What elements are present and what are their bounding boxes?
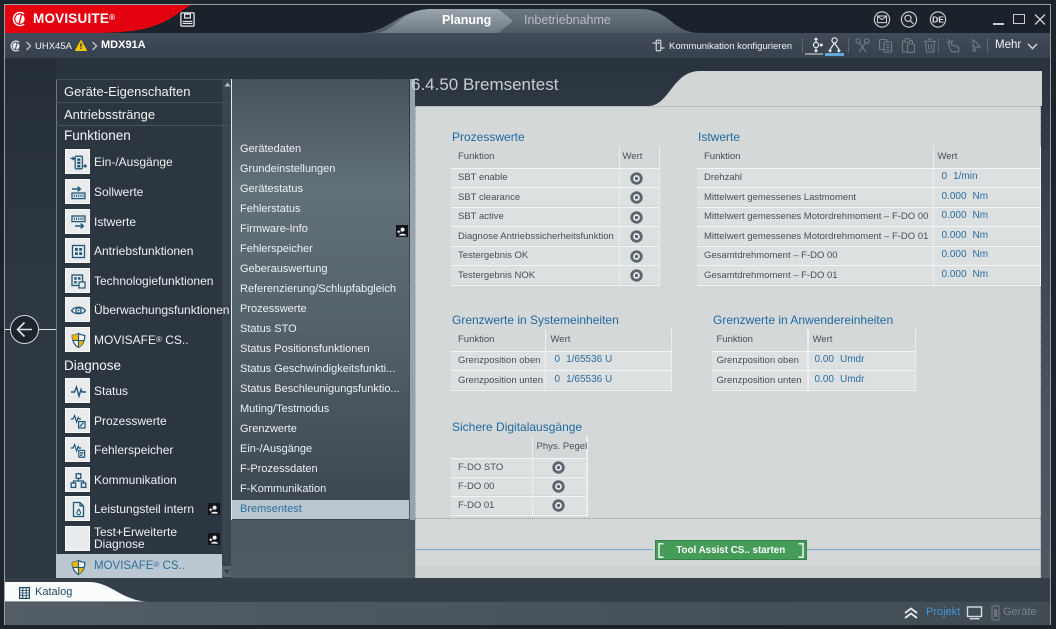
svg-text:DE: DE [932, 15, 944, 25]
